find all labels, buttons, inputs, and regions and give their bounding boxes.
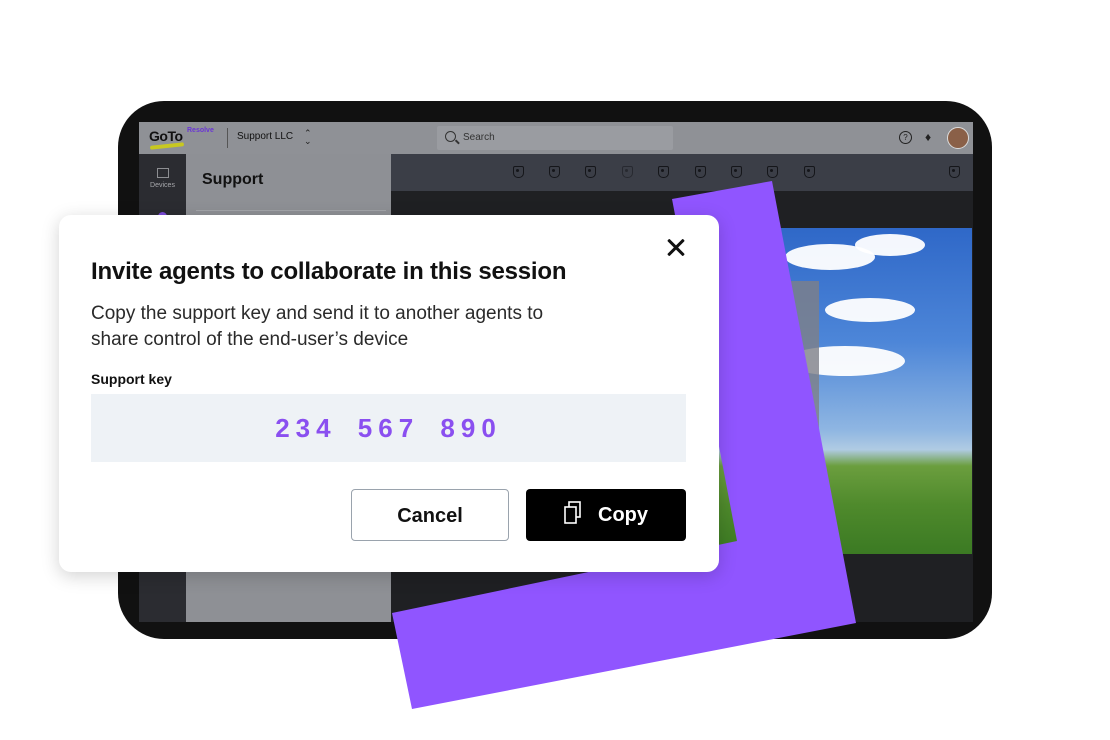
close-icon[interactable]	[663, 235, 689, 261]
goto-logo: GoTo	[149, 128, 183, 144]
search-input[interactable]: Search	[437, 126, 673, 150]
shield-user-icon[interactable]	[804, 166, 815, 178]
panel-title: Support	[202, 171, 264, 188]
support-key-label: Support key	[91, 371, 172, 387]
shield-user-icon[interactable]	[731, 166, 742, 178]
cancel-button[interactable]: Cancel	[351, 489, 509, 541]
copy-button[interactable]: Copy	[526, 489, 686, 541]
org-switcher-label[interactable]: Support LLC	[237, 131, 293, 142]
invite-dialog: Invite agents to collaborate in this ses…	[59, 215, 719, 572]
shield-user-icon[interactable]	[585, 166, 596, 178]
copy-icon	[564, 501, 581, 524]
dialog-description: Copy the support key and send it to anot…	[91, 303, 544, 350]
shield-user-icon[interactable]	[767, 166, 778, 178]
cloud	[855, 234, 925, 256]
avatar[interactable]	[947, 127, 969, 149]
support-key-field[interactable]: 234 567 890	[91, 394, 686, 462]
shield-user-icon[interactable]	[622, 166, 633, 178]
shield-user-icon[interactable]	[658, 166, 669, 178]
shield-user-icon[interactable]	[549, 166, 560, 178]
devices-icon[interactable]	[157, 168, 169, 178]
topbar-divider	[227, 128, 228, 148]
chevron-updown-icon[interactable]: ⌃ ⌄	[304, 129, 312, 146]
support-key-value: 234 567 890	[275, 413, 502, 443]
shield-user-icon[interactable]	[949, 166, 960, 178]
top-bar: GoTo Resolve Support LLC ⌃ ⌄ Search ? ♦	[139, 122, 973, 154]
logo-resolve-label: Resolve	[187, 127, 214, 134]
search-placeholder: Search	[463, 132, 495, 143]
panel-divider	[196, 210, 386, 211]
shield-user-icon[interactable]	[513, 166, 524, 178]
dialog-title: Invite agents to collaborate in this ses…	[91, 258, 567, 285]
help-icon[interactable]: ?	[899, 131, 912, 144]
copy-button-label: Copy	[598, 504, 648, 526]
shield-user-icon[interactable]	[695, 166, 706, 178]
search-icon	[445, 131, 456, 142]
nav-devices-label[interactable]: Devices	[139, 182, 186, 189]
bell-icon[interactable]: ♦	[925, 130, 931, 144]
